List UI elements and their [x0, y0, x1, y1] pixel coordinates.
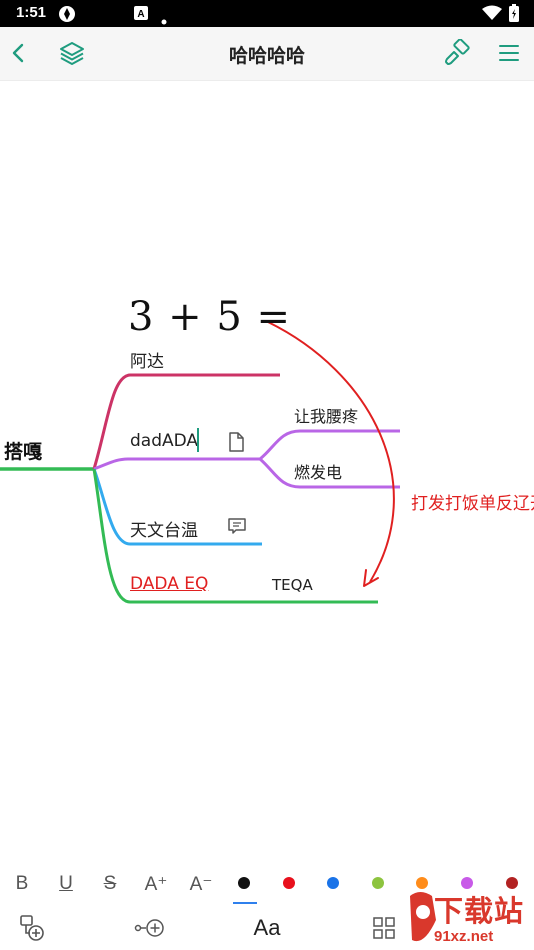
color-swatch-green[interactable]	[372, 877, 384, 889]
branch-2-line	[93, 457, 260, 471]
branch-1-line	[92, 373, 280, 470]
add-subtopic-icon	[20, 915, 44, 941]
notification-a-icon: A	[134, 5, 148, 24]
add-topic-button[interactable]	[132, 912, 168, 944]
relationship-label[interactable]: 打发打饭单反辽开	[411, 491, 534, 517]
strikethrough-button[interactable]: S	[100, 871, 120, 897]
subtopic-branch-2-child-2[interactable]: 燃发电	[294, 459, 342, 483]
text-style-button[interactable]: Aa	[250, 912, 284, 944]
watermark-url-text: 91xz.net	[432, 928, 496, 945]
formula-node[interactable]: 3 + 5 =	[128, 294, 291, 340]
menu-button[interactable]	[494, 38, 524, 68]
grid-structure-icon	[373, 917, 395, 939]
topic-branch-2[interactable]: dadADA	[130, 431, 198, 451]
text-cursor	[197, 428, 199, 452]
topic-branch-4[interactable]: DADA EQ	[130, 574, 208, 594]
decrease-font-button[interactable]: A⁻	[188, 871, 214, 897]
wifi-icon	[482, 5, 502, 25]
topic-branch-4-label[interactable]: TEQA	[272, 576, 313, 594]
increase-font-button[interactable]: A⁺	[143, 871, 169, 897]
mindmap-branch-lines	[0, 321, 400, 604]
structure-button[interactable]	[370, 912, 398, 944]
mindmap-canvas[interactable]: 3 + 5 = 搭嘎 阿达 dadADA 让我腰疼 燃发电 天文台温 DADA …	[0, 82, 534, 862]
site-watermark: 下载站 91xz.net	[406, 886, 534, 950]
color-swatch-black[interactable]	[238, 877, 250, 889]
selected-color-indicator	[233, 902, 257, 904]
battery-icon	[509, 4, 519, 26]
hamburger-menu-icon	[499, 45, 519, 61]
add-topic-icon	[134, 919, 164, 937]
comment-icon[interactable]	[227, 517, 247, 539]
bold-button[interactable]: B	[12, 871, 32, 897]
vpn-icon	[58, 5, 76, 27]
status-bar: 1:51 A	[0, 0, 534, 27]
app-toolbar: 哈哈哈哈	[0, 27, 534, 81]
paint-brush-icon	[445, 39, 470, 65]
style-brush-button[interactable]	[442, 38, 472, 68]
watermark-main-text: 下载站	[434, 894, 525, 928]
add-subtopic-button[interactable]	[16, 912, 48, 944]
relationship-arrow	[267, 321, 395, 583]
branch-2-child-1-line	[259, 429, 400, 461]
status-time: 1:51	[16, 4, 47, 21]
color-swatch-blue[interactable]	[327, 877, 339, 889]
root-topic[interactable]: 搭嘎	[4, 437, 42, 464]
underline-button[interactable]: U	[56, 871, 76, 897]
document-note-icon[interactable]	[228, 432, 244, 456]
color-swatch-red[interactable]	[283, 877, 295, 889]
topic-branch-1[interactable]: 阿达	[130, 347, 164, 372]
subtopic-branch-2-child-1[interactable]: 让我腰疼	[294, 403, 358, 427]
topic-branch-3[interactable]: 天文台温	[130, 516, 198, 541]
svg-text:A: A	[137, 9, 144, 20]
